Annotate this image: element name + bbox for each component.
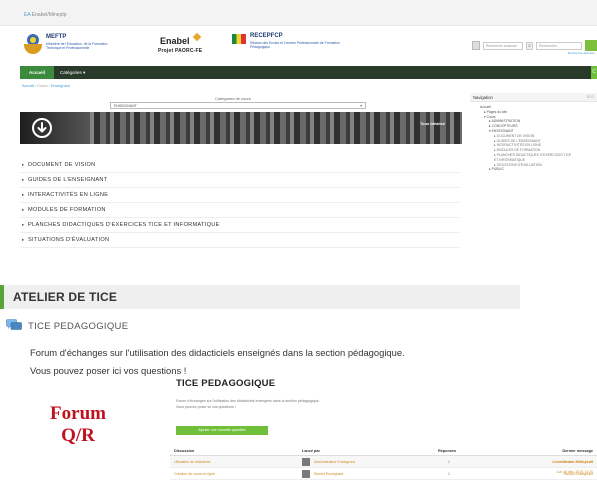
discussion-table: Discussion Lancé par Réponses Dernier me… xyxy=(170,446,597,480)
mineptp-name: MEFTP xyxy=(46,34,67,40)
enabel-project: Projet PAORC-FE xyxy=(158,48,203,54)
search-icon[interactable]: ⌕ xyxy=(526,42,533,50)
mineptp-subtitle: Ministère de l'Education, de la Formatio… xyxy=(46,42,108,50)
banner-tag: Tous idéalisé xyxy=(420,121,446,126)
category-banner: Tous idéalisé xyxy=(20,112,462,144)
nav-end-button[interactable]: C xyxy=(591,66,597,79)
forum-icon xyxy=(6,319,22,330)
avatar xyxy=(302,470,310,478)
category-item[interactable]: ▸ Modules de formation xyxy=(20,203,460,218)
recep-logo[interactable]: RECEPFCP Réseau des Ecoles et Centres Pr… xyxy=(232,32,352,60)
triangle-right-icon: ▸ xyxy=(22,207,25,212)
category-select[interactable]: ENSEIGNANT ▾ xyxy=(110,102,366,109)
enabel-star-icon xyxy=(192,32,202,42)
navigation-block: Navigation ⊟ ⊡ Accueil ▸ Pages du site ▾ C… xyxy=(470,93,597,213)
breadcrumb-home[interactable]: Accueil xyxy=(22,84,34,88)
mineptp-logo[interactable]: MEFTP Ministère de l'Education, de la Fo… xyxy=(24,32,114,60)
recep-subtitle: Réseau des Ecoles et Centres Professionn… xyxy=(250,41,340,49)
category-item[interactable]: ▸ Document de vision xyxy=(20,158,460,173)
triangle-right-icon: ▸ xyxy=(22,162,25,167)
enabel-logo[interactable]: Enabel Projet PAORC-FE xyxy=(158,32,218,60)
navigation-tree: Accueil ▸ Pages du site ▾ Cours ▸ ADMINISTR… xyxy=(480,105,597,172)
atelier-section-header: ATELIER DE TICE xyxy=(0,285,520,309)
crest-icon xyxy=(24,32,42,56)
table-row[interactable]: Création de cours en ligne Rachid Enseig… xyxy=(170,468,597,480)
breadcrumb-current[interactable]: Enseignant xyxy=(51,84,70,88)
add-question-button[interactable]: Ajouter une nouvelle question xyxy=(176,426,268,435)
main-navbar: Accueil Catégories ▾ C xyxy=(20,66,597,79)
advanced-search-link[interactable]: Recherche avancée xyxy=(568,51,595,55)
site-header: MEFTP Ministère de l'Education, de la Fo… xyxy=(0,26,597,66)
flag-icon xyxy=(232,34,246,44)
avatar xyxy=(302,458,310,466)
triangle-right-icon: ▸ xyxy=(22,192,25,197)
block-controls-icon[interactable]: ⊟ ⊡ xyxy=(587,95,594,99)
site-screenshot: EA Enabel/Mineptp MEFTP Ministère de l'E… xyxy=(0,0,597,262)
category-item[interactable]: ▸ Planches didactiques d'exercices TICE e… xyxy=(20,218,460,233)
site-search-input[interactable]: Rechercher xyxy=(536,42,582,50)
nav-categories[interactable]: Catégories ▾ xyxy=(60,66,85,79)
atelier-title: ATELIER DE TICE xyxy=(13,290,118,304)
forum-qr-caption: Forum Q/R xyxy=(50,403,106,446)
chevron-down-icon: ▾ xyxy=(360,104,362,108)
mini-forum-description: Forum d'échanges sur l'utilisation des d… xyxy=(176,399,320,409)
category-item[interactable]: ▸ Guides de l'enseignant xyxy=(20,173,460,188)
bookshelf-image xyxy=(80,112,462,144)
user-icon[interactable] xyxy=(472,41,480,50)
category-picker-label: Catégories de cours xyxy=(215,96,251,101)
triangle-right-icon: ▸ xyxy=(22,222,25,227)
nav-home[interactable]: Accueil xyxy=(20,66,54,79)
forum-heading[interactable]: TICE PEDAGOGIQUE xyxy=(6,318,306,336)
site-name[interactable]: EA Enabel/Mineptp xyxy=(24,12,67,18)
category-item[interactable]: ▸ Situations d'évaluation xyxy=(20,233,460,248)
triangle-right-icon: ▸ xyxy=(22,237,25,242)
arrow-down-icon[interactable] xyxy=(32,118,52,138)
forum-description: Forum d'échanges sur l'utilisation des d… xyxy=(30,347,405,376)
table-row[interactable]: Utilisation de didacticiel Administrateu… xyxy=(170,456,597,468)
breadcrumb: Accueil / Cours / Enseignant xyxy=(22,84,70,88)
forum-page-screenshot: TICE PEDAGOGIQUE Forum d'échanges sur l'… xyxy=(170,378,597,483)
nav-tree-item[interactable]: ▸ PUBLIC xyxy=(480,167,597,172)
navigation-block-header: Navigation ⊟ ⊡ xyxy=(470,93,597,102)
category-list: ▸ Document de vision ▸ Guides de l'enseign… xyxy=(20,158,460,248)
table-header: Discussion Lancé par Réponses Dernier me… xyxy=(170,446,597,456)
recep-name: RECEPFCP xyxy=(250,33,283,39)
category-item[interactable]: ▸ Interactivités en ligne xyxy=(20,188,460,203)
search-submit-button[interactable] xyxy=(585,40,597,51)
browser-topbar: EA Enabel/Mineptp xyxy=(0,0,597,26)
advanced-search-input[interactable]: Recherche avancée xyxy=(483,42,523,50)
forum-name[interactable]: TICE PEDAGOGIQUE xyxy=(28,321,128,332)
triangle-right-icon: ▸ xyxy=(22,177,25,182)
enabel-name: Enabel xyxy=(160,36,190,46)
mini-forum-title: TICE PEDAGOGIQUE xyxy=(176,378,276,389)
last-message-dates: Lun 16 déc. 2019, 11:48 Lun 16 déc. 2019… xyxy=(556,460,593,474)
